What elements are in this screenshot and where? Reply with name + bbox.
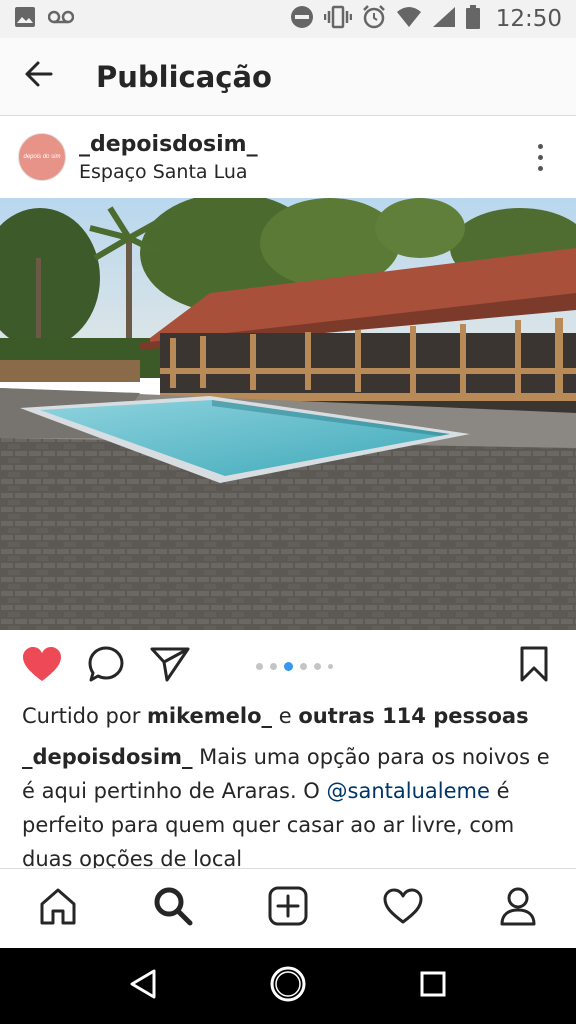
voicemail-icon bbox=[47, 10, 75, 29]
carousel-dot bbox=[256, 663, 263, 670]
bottom-nav bbox=[0, 868, 576, 948]
back-triangle-icon bbox=[128, 968, 158, 1005]
bookmark-icon bbox=[519, 646, 549, 687]
carousel-dot bbox=[328, 664, 333, 669]
status-time: 12:50 bbox=[495, 6, 562, 32]
post-header: depois do sim _depoisdosim_ Espaço Santa… bbox=[0, 116, 576, 198]
system-recents-button[interactable] bbox=[403, 956, 463, 1016]
save-bookmark-button[interactable] bbox=[512, 644, 556, 688]
arrow-back-icon bbox=[24, 59, 54, 94]
liker-username[interactable]: mikemelo_ bbox=[147, 704, 272, 728]
send-paper-plane-icon bbox=[150, 646, 190, 687]
signal-icon bbox=[432, 6, 456, 33]
recents-square-icon bbox=[419, 970, 447, 1003]
post-photo-illustration bbox=[0, 198, 576, 630]
back-button[interactable] bbox=[0, 38, 78, 116]
carousel-dot bbox=[300, 663, 307, 670]
likes-prefix: Curtido por bbox=[22, 704, 141, 728]
post-user-info: _depoisdosim_ Espaço Santa Lua bbox=[79, 132, 258, 183]
caption-author[interactable]: _depoisdosim_ bbox=[22, 745, 192, 769]
comment-icon bbox=[87, 645, 125, 688]
status-right: 12:50 bbox=[290, 4, 562, 34]
system-home-button[interactable] bbox=[258, 956, 318, 1016]
nav-new-post[interactable] bbox=[258, 879, 318, 939]
search-icon bbox=[153, 886, 193, 931]
add-post-icon bbox=[268, 886, 308, 931]
likes-others[interactable]: outras 114 pessoas bbox=[298, 704, 528, 728]
avatar[interactable]: depois do sim bbox=[18, 133, 66, 181]
carousel-dot-active bbox=[284, 662, 293, 671]
avatar-logo-text: depois do sim bbox=[23, 154, 61, 160]
do-not-disturb-icon bbox=[290, 5, 314, 34]
app-header: Publicação bbox=[0, 38, 576, 116]
system-nav-bar bbox=[0, 948, 576, 1024]
more-options-button[interactable] bbox=[522, 132, 558, 182]
alarm-icon bbox=[362, 4, 386, 34]
battery-icon bbox=[465, 4, 480, 34]
nav-home[interactable] bbox=[28, 879, 88, 939]
like-button[interactable] bbox=[20, 644, 64, 688]
post-username[interactable]: _depoisdosim_ bbox=[79, 132, 258, 157]
more-dot-icon bbox=[537, 143, 543, 149]
status-left bbox=[14, 6, 75, 33]
status-bar: 12:50 bbox=[0, 0, 576, 38]
more-dot-icon bbox=[537, 165, 543, 171]
system-back-button[interactable] bbox=[113, 956, 173, 1016]
more-dot-icon bbox=[537, 154, 543, 160]
home-circle-icon bbox=[269, 965, 307, 1008]
likes-joiner: e bbox=[278, 704, 292, 728]
carousel-dot bbox=[314, 663, 321, 670]
vibrate-icon bbox=[323, 5, 352, 34]
page-title: Publicação bbox=[96, 59, 272, 94]
share-button[interactable] bbox=[148, 644, 192, 688]
heart-filled-icon bbox=[22, 646, 62, 687]
nav-search[interactable] bbox=[143, 879, 203, 939]
post-caption: _depoisdosim_ Mais uma opção para os noi… bbox=[22, 740, 558, 870]
caption-mention[interactable]: @santalualeme bbox=[327, 779, 490, 803]
carousel-dot bbox=[270, 663, 277, 670]
post-action-bar bbox=[0, 630, 576, 702]
wifi-icon bbox=[396, 6, 422, 33]
carousel-indicator bbox=[256, 662, 333, 671]
activity-heart-icon bbox=[383, 888, 423, 929]
post-location[interactable]: Espaço Santa Lua bbox=[79, 161, 258, 183]
likes-summary[interactable]: Curtido por mikemelo_ e outras 114 pesso… bbox=[22, 704, 529, 728]
nav-profile[interactable] bbox=[488, 879, 548, 939]
home-icon bbox=[38, 887, 78, 930]
profile-icon bbox=[499, 886, 537, 931]
nav-activity[interactable] bbox=[373, 879, 433, 939]
image-icon bbox=[14, 6, 36, 33]
post-photo[interactable] bbox=[0, 198, 576, 630]
comment-button[interactable] bbox=[84, 644, 128, 688]
